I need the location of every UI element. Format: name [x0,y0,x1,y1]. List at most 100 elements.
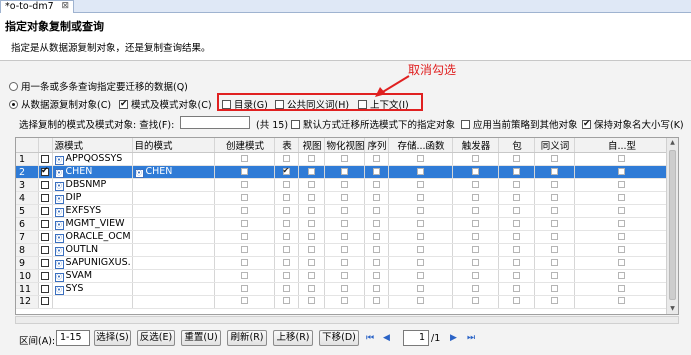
table-checkbox[interactable] [282,166,290,175]
target-schema-cell[interactable] [132,282,215,296]
stored_func-checkbox[interactable] [416,271,424,279]
table-row[interactable]: 5 ⦿ EXFSYS [16,204,669,218]
synonym-checkbox[interactable] [550,232,558,240]
trigger-checkbox[interactable] [471,297,479,305]
row-checkbox[interactable] [41,180,49,189]
table-row[interactable]: 8 ⦿ OUTLN [16,243,669,257]
stored_func-checkbox[interactable] [416,245,424,253]
target-schema-cell[interactable] [132,204,215,218]
trigger-checkbox[interactable] [471,167,479,175]
prev-page-icon[interactable]: ◀ [383,333,390,343]
view-checkbox[interactable] [307,284,315,292]
sequence-checkbox[interactable] [372,193,380,201]
custom_type-checkbox[interactable] [617,206,625,214]
mview-checkbox[interactable] [340,284,348,292]
row-checkbox[interactable] [41,297,49,306]
stored_func-checkbox[interactable] [416,297,424,305]
create-checkbox[interactable] [240,258,248,266]
custom_type-checkbox[interactable] [617,219,625,227]
package-checkbox[interactable] [512,193,520,201]
create-checkbox[interactable] [240,167,248,175]
default-migrate-checkbox[interactable] [291,119,300,129]
stored_func-checkbox[interactable] [416,193,424,201]
mview-checkbox[interactable] [340,297,348,305]
custom_type-checkbox[interactable] [617,167,625,175]
custom_type-checkbox[interactable] [617,193,625,201]
move-down-button[interactable]: 下移(D) [319,330,359,346]
package-checkbox[interactable] [512,271,520,279]
table-checkbox[interactable] [282,284,290,292]
view-checkbox[interactable] [307,167,315,175]
copy-radio[interactable] [9,99,18,109]
col-header-synonym[interactable]: 同义词 [534,138,575,153]
create-checkbox[interactable] [240,245,248,253]
col-header-custom-type[interactable]: 自...型 [574,138,669,153]
target-schema-cell[interactable] [132,178,215,192]
mview-checkbox[interactable] [340,271,348,279]
copy-radio-option[interactable]: 从数据源复制对象(C) [9,97,111,111]
query-radio-option[interactable]: 用一条或多条查询指定要迁移的数据(Q) [9,79,188,93]
scroll-up-icon[interactable]: ▲ [667,138,678,148]
row-checkbox[interactable] [41,206,49,215]
target-schema-cell[interactable] [132,230,215,244]
view-checkbox[interactable] [307,193,315,201]
view-checkbox[interactable] [307,219,315,227]
mview-checkbox[interactable] [340,154,348,162]
reset-button[interactable]: 重置(U) [181,330,221,346]
table-row[interactable]: 7 ⦿ ORACLE_OCM [16,230,669,244]
stored_func-checkbox[interactable] [416,167,424,175]
synonym-checkbox[interactable] [550,258,558,266]
default-migrate-option[interactable]: 默认方式迁移所选模式下的指定对象 [291,117,455,131]
target-schema-cell[interactable] [132,243,215,257]
synonym-checkbox[interactable] [550,193,558,201]
scroll-thumb[interactable] [669,150,676,300]
apply-policy-option[interactable]: 应用当前策略到其他对象 [461,117,578,131]
col-header-sequence[interactable]: 序列 [364,138,389,153]
table-row[interactable]: 4 ⦿ DIP [16,191,669,205]
row-checkbox[interactable] [41,193,49,202]
table-checkbox[interactable] [282,219,290,227]
target-schema-cell[interactable] [132,269,215,283]
trigger-checkbox[interactable] [471,271,479,279]
table-row[interactable]: 9 ⦿ SAPUNIGXUS. [16,256,669,270]
trigger-checkbox[interactable] [471,219,479,227]
table-row[interactable]: 12 [16,295,669,309]
range-input[interactable]: 1-15 [56,330,90,346]
custom_type-checkbox[interactable] [617,232,625,240]
col-header-table[interactable]: 表 [274,138,299,153]
table-checkbox[interactable] [282,271,290,279]
last-page-icon[interactable]: ⏭ [467,333,475,343]
stored_func-checkbox[interactable] [416,219,424,227]
mview-checkbox[interactable] [340,193,348,201]
package-checkbox[interactable] [512,206,520,214]
synonym-checkbox[interactable] [550,245,558,253]
trigger-checkbox[interactable] [471,284,479,292]
table-checkbox[interactable] [282,245,290,253]
apply-policy-checkbox[interactable] [461,119,470,129]
mview-checkbox[interactable] [340,206,348,214]
col-header-package[interactable]: 包 [498,138,535,153]
package-checkbox[interactable] [512,284,520,292]
table-checkbox[interactable] [282,297,290,305]
table-checkbox[interactable] [282,206,290,214]
col-header-stored-func[interactable]: 存储...函数 [388,138,453,153]
sequence-checkbox[interactable] [372,154,380,162]
sequence-checkbox[interactable] [372,271,380,279]
synonym-checkbox[interactable] [550,284,558,292]
target-schema-cell[interactable] [132,295,215,309]
table-checkbox[interactable] [282,180,290,188]
package-checkbox[interactable] [512,180,520,188]
synonym-checkbox[interactable] [550,154,558,162]
create-checkbox[interactable] [240,284,248,292]
mview-checkbox[interactable] [340,219,348,227]
keep-case-checkbox[interactable] [582,118,591,130]
stored_func-checkbox[interactable] [416,258,424,266]
invert-button[interactable]: 反选(E) [137,330,175,346]
sequence-checkbox[interactable] [372,219,380,227]
col-header-create[interactable]: 创建模式 [214,138,275,153]
vertical-scrollbar[interactable]: ▲ ▼ [666,138,678,314]
view-checkbox[interactable] [307,271,315,279]
row-checkbox[interactable] [41,271,49,280]
custom_type-checkbox[interactable] [617,271,625,279]
row-checkbox[interactable] [41,219,49,228]
